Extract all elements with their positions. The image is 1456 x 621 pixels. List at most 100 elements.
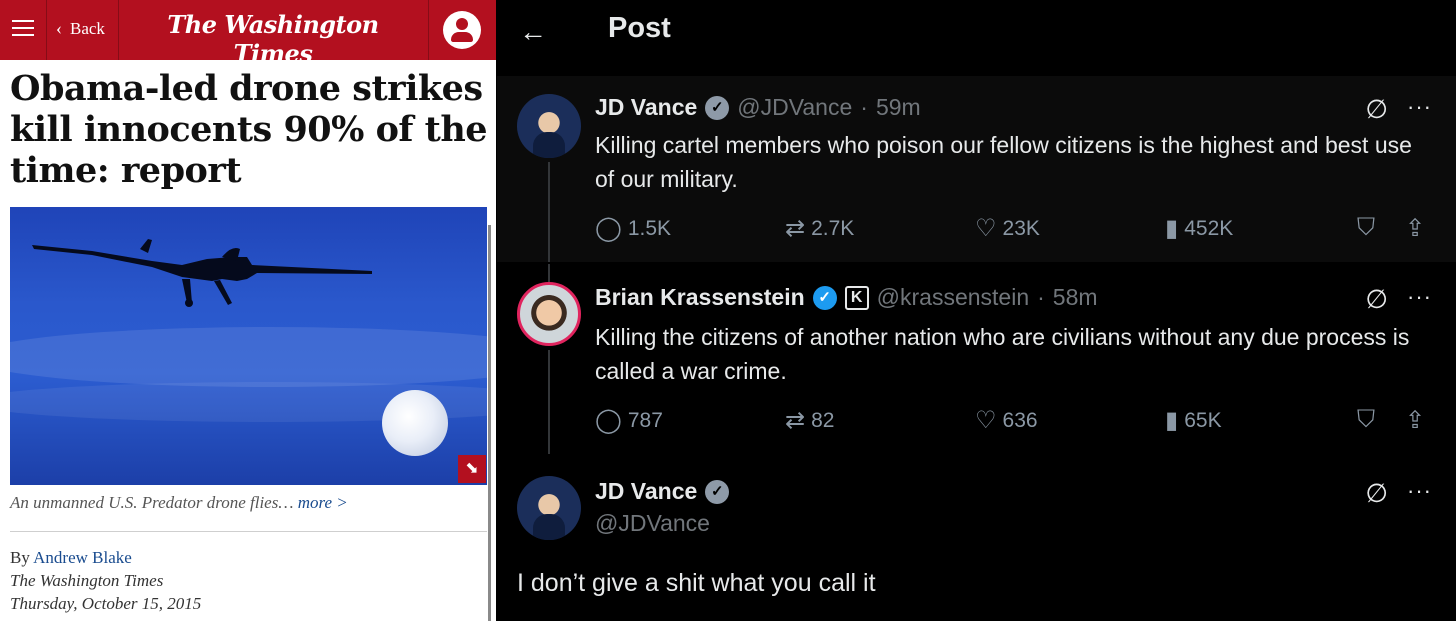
tweet-actions: ◯ 787 ⇄ 82 ♡ 636 ▮ 65K ⛉ ⇪ <box>595 406 1435 436</box>
reply-button[interactable]: ◯ 1.5K <box>595 214 671 243</box>
tweet-header: JD Vance ✓ <box>595 478 730 505</box>
display-name[interactable]: Brian Krassenstein <box>595 284 805 311</box>
heart-icon: ♡ <box>975 215 997 242</box>
site-logo[interactable]: The Washington Times <box>148 10 398 68</box>
share-icon: ⇪ <box>1405 215 1426 242</box>
avatar[interactable] <box>517 94 581 158</box>
chevron-left-icon: ‹ <box>56 18 62 38</box>
views-button[interactable]: ▮ 452K <box>1165 214 1233 243</box>
byline: By Andrew Blake The Washington Times Thu… <box>10 546 201 615</box>
verified-icon: ✓ <box>812 285 837 310</box>
cloud-band <box>10 327 487 387</box>
reply-icon: ◯ <box>595 215 622 242</box>
thread-line <box>548 350 550 454</box>
byline-prefix: By <box>10 548 30 567</box>
display-name[interactable]: JD Vance <box>595 94 697 121</box>
grok-icon[interactable]: ∅ <box>1365 478 1388 509</box>
header-divider <box>118 0 119 60</box>
site-header: ‹ Back The Washington Times <box>0 0 496 68</box>
tweet-actions: ◯ 1.5K ⇄ 2.7K ♡ 23K ▮ 452K ⛉ ⇪ <box>595 214 1435 244</box>
tweet-header: Brian Krassenstein ✓ K @krassenstein · 5… <box>595 284 1098 311</box>
thread-line <box>548 264 550 282</box>
repost-button[interactable]: ⇄ 82 <box>785 406 834 435</box>
timestamp[interactable]: 58m <box>1053 284 1098 311</box>
share-button[interactable]: ⇪ <box>1405 214 1425 243</box>
washington-times-article: ‹ Back The Washington Times Obama-led dr… <box>0 0 496 621</box>
focused-tweet[interactable]: JD Vance ✓ @JDVance ∅ ··· I don’t give a… <box>497 458 1456 621</box>
bookmark-button[interactable]: ⛉ <box>1357 214 1375 242</box>
views-icon: ▮ <box>1165 215 1179 242</box>
caption-more-link[interactable]: more > <box>298 493 348 512</box>
repost-button[interactable]: ⇄ 2.7K <box>785 214 854 243</box>
share-icon: ⇪ <box>1405 407 1426 434</box>
affiliate-badge-icon[interactable]: K <box>844 285 869 310</box>
reply-count: 787 <box>627 408 663 432</box>
more-icon[interactable]: ··· <box>1407 284 1432 310</box>
timestamp[interactable]: 59m <box>876 94 921 121</box>
article-headline: Obama-led drone strikes kill innocents 9… <box>10 68 488 191</box>
more-icon[interactable]: ··· <box>1407 94 1432 120</box>
display-name[interactable]: JD Vance <box>595 478 697 505</box>
heart-icon: ♡ <box>975 407 997 434</box>
repost-icon: ⇄ <box>785 215 806 242</box>
thread-line <box>548 162 550 262</box>
reply-icon: ◯ <box>595 407 622 434</box>
share-button[interactable]: ⇪ <box>1405 406 1425 435</box>
x-post-thread: ← Post JD Vance ✓ @JDVance · 59m ∅ ··· K… <box>497 0 1456 621</box>
tweet-header: JD Vance ✓ @JDVance · 59m <box>595 94 921 121</box>
moon <box>382 390 448 456</box>
grok-icon[interactable]: ∅ <box>1365 284 1388 315</box>
reply-button[interactable]: ◯ 787 <box>595 406 663 435</box>
views-icon: ▮ <box>1165 407 1179 434</box>
tweet[interactable]: Brian Krassenstein ✓ K @krassenstein · 5… <box>497 264 1456 454</box>
caption-text: An unmanned U.S. Predator drone flies… <box>10 493 294 512</box>
like-count: 636 <box>1002 408 1038 432</box>
reply-count: 1.5K <box>627 216 672 240</box>
back-button[interactable]: ‹ Back <box>56 18 105 39</box>
views-count: 452K <box>1184 216 1234 240</box>
tweet-text: Killing the citizens of another nation w… <box>595 324 1410 384</box>
separator: · <box>860 94 868 120</box>
page-title: Post <box>608 12 671 44</box>
drone-silhouette <box>32 239 372 307</box>
photo-caption: An unmanned U.S. Predator drone flies… m… <box>10 493 348 513</box>
repost-count: 2.7K <box>811 216 855 240</box>
divider <box>10 531 487 532</box>
verified-icon: ✓ <box>705 479 730 504</box>
publication-name: The Washington Times <box>10 571 164 590</box>
handle[interactable]: @JDVance <box>737 94 852 121</box>
views-count: 65K <box>1184 408 1222 432</box>
author-link[interactable]: Andrew Blake <box>33 548 132 567</box>
like-count: 23K <box>1002 216 1040 240</box>
repost-count: 82 <box>811 408 835 432</box>
repost-icon: ⇄ <box>785 407 806 434</box>
top-bar: ← Post <box>497 0 1456 64</box>
tweet-text: Killing cartel members who poison our fe… <box>595 132 1412 192</box>
verified-icon: ✓ <box>705 95 730 120</box>
tweet-text: I don’t give a shit what you call it <box>517 569 876 597</box>
tweet[interactable]: JD Vance ✓ @JDVance · 59m ∅ ··· Killing … <box>497 76 1456 262</box>
handle[interactable]: @JDVance <box>595 510 710 537</box>
back-label: Back <box>70 18 105 38</box>
bookmark-icon: ⛉ <box>1357 406 1375 433</box>
handle[interactable]: @krassenstein <box>877 284 1029 311</box>
account-icon[interactable] <box>443 11 481 49</box>
grok-icon[interactable]: ∅ <box>1365 94 1388 125</box>
separator: · <box>1037 284 1045 310</box>
article-photo[interactable]: ⬊ <box>10 207 487 485</box>
scrollbar[interactable] <box>488 225 491 621</box>
header-divider <box>46 0 47 60</box>
bookmark-button[interactable]: ⛉ <box>1357 406 1375 434</box>
arrow-left-icon[interactable]: ← <box>519 16 547 48</box>
avatar[interactable] <box>517 476 581 540</box>
header-divider <box>428 0 429 60</box>
more-icon[interactable]: ··· <box>1407 478 1432 504</box>
like-button[interactable]: ♡ 23K <box>975 214 1040 243</box>
menu-icon[interactable] <box>12 20 34 38</box>
bookmark-icon: ⛉ <box>1357 214 1375 241</box>
avatar[interactable] <box>517 282 581 346</box>
publish-date: Thursday, October 15, 2015 <box>10 594 202 613</box>
like-button[interactable]: ♡ 636 <box>975 406 1038 435</box>
expand-icon[interactable]: ⬊ <box>458 455 486 483</box>
views-button[interactable]: ▮ 65K <box>1165 406 1222 435</box>
